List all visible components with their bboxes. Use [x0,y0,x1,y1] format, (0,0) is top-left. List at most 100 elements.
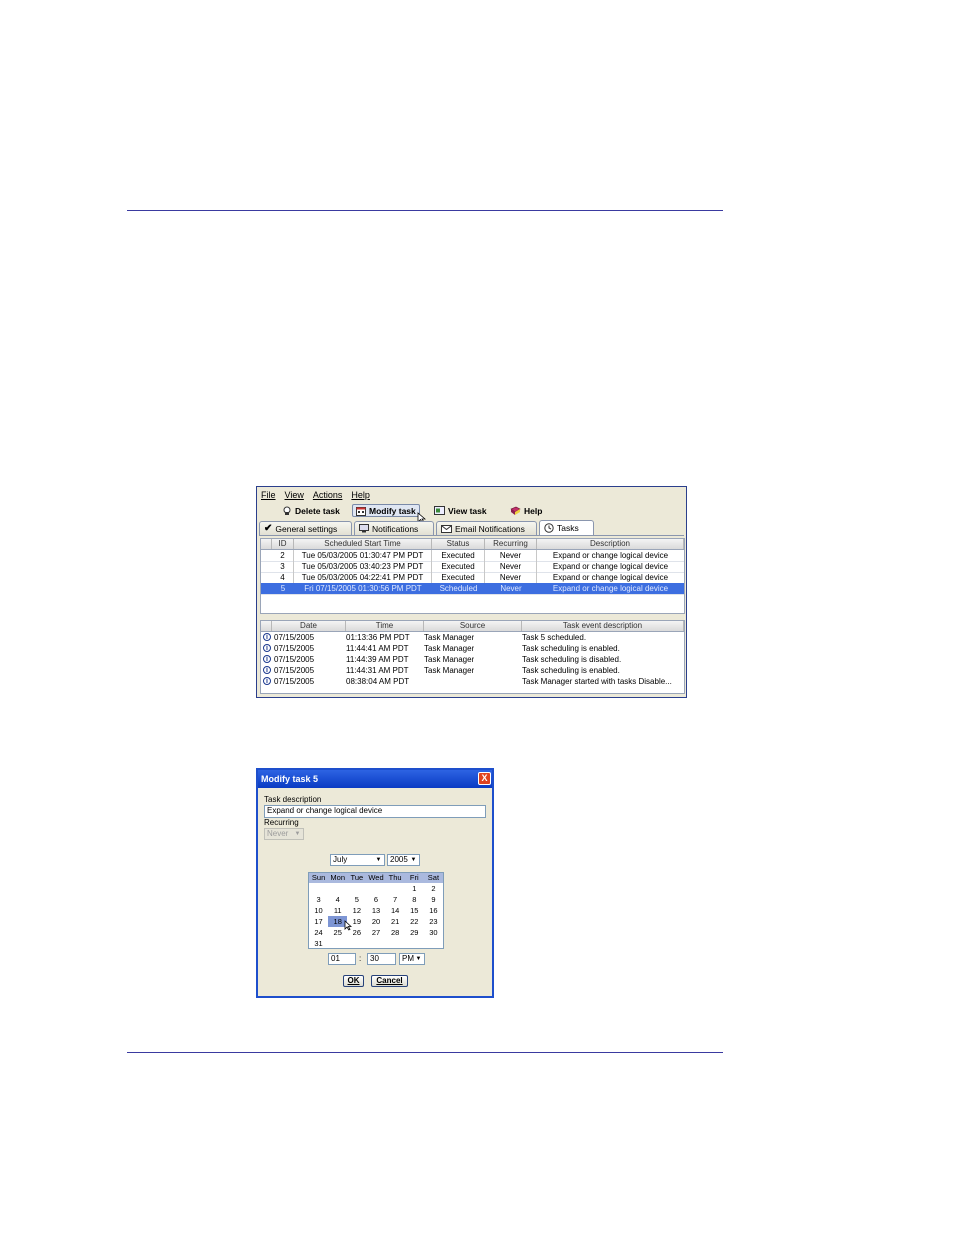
calendar-day[interactable]: 28 [386,927,405,938]
event-source: Task Manager [424,655,475,664]
task-manager-window: File View Actions Help Delete task Modif… [256,486,687,698]
calendar-day[interactable]: 1 [405,883,424,894]
calendar-day[interactable]: 13 [366,905,385,916]
tab-general-settings-label: General settings [275,523,338,534]
calendar-day[interactable]: 9 [424,894,443,905]
cell-recurring: Never [500,584,522,593]
event-description: Task 5 scheduled. [522,633,587,642]
cell-recurring: Never [485,572,537,583]
col-id[interactable]: ID [272,539,294,549]
tab-tasks[interactable]: Tasks [539,520,594,535]
calendar-week: 10 11 12 13 14 15 16 [309,905,443,916]
calendar-day[interactable]: 22 [405,916,424,927]
event-time: 08:38:04 AM PDT [346,677,410,686]
weekday-label: Sun [311,873,326,882]
event-row[interactable]: i 07/15/2005 01:13:36 PM PDT Task Manage… [261,632,684,643]
dialog-titlebar[interactable]: Modify task 5 X [258,770,492,788]
year-select[interactable]: 2005 ▼ [387,854,420,866]
cell-id: 4 [272,572,294,583]
event-date: 07/15/2005 [274,644,315,653]
calendar-day[interactable]: 17 [309,916,328,927]
events-table-header: Date Time Source Task event description [261,621,684,632]
col-status[interactable]: Status [432,539,485,549]
cell-description: Expand or change logical device [552,562,669,571]
calendar-day[interactable]: 5 [347,894,366,905]
delete-task-button[interactable]: Delete task [279,504,343,517]
calendar-day[interactable]: 10 [309,905,328,916]
col-description[interactable]: Description [537,539,684,549]
table-row-selected[interactable]: 5 Fri 07/15/2005 01:30:56 PM PDT Schedul… [261,583,684,595]
calendar-day[interactable]: 2 [424,883,443,894]
ampm-select[interactable]: PM ▼ [399,953,425,965]
calendar-day[interactable]: 30 [424,927,443,938]
col-time[interactable]: Time [346,621,424,631]
calendar-day[interactable]: 8 [405,894,424,905]
event-time: 11:44:31 AM PDT [346,666,409,675]
event-description: Task scheduling is enabled. [522,644,620,653]
menu-actions[interactable]: Actions [313,490,343,502]
calendar-week: 24 25 26 27 28 29 30 [309,927,443,938]
event-row[interactable]: i 07/15/2005 11:44:41 AM PDT Task Manage… [261,643,684,654]
event-row[interactable]: i 07/15/2005 11:44:31 AM PDT Task Manage… [261,665,684,676]
task-description-label: Task description [264,795,322,804]
ok-button[interactable]: OK [343,975,364,987]
calendar-day[interactable]: 14 [386,905,405,916]
cell-description: Expand or change logical device [552,551,669,560]
calendar-day[interactable]: 15 [405,905,424,916]
cancel-button[interactable]: Cancel [371,975,408,987]
calendar-week: 17 18 19 20 21 22 23 [309,916,443,927]
calendar-day[interactable]: 29 [405,927,424,938]
col-recurring[interactable]: Recurring [485,539,537,549]
calendar-day[interactable]: 23 [424,916,443,927]
info-icon: i [263,666,271,674]
info-icon: i [263,677,271,685]
calendar-day[interactable]: 16 [424,905,443,916]
calendar-day[interactable]: 21 [386,916,405,927]
tab-general-settings[interactable]: ✔ General settings [259,521,352,535]
col-date[interactable]: Date [272,621,346,631]
minute-field[interactable]: 30 [367,953,396,965]
calendar-day[interactable]: 24 [309,927,328,938]
modify-task-button[interactable]: Modify task [352,504,420,517]
calendar-day[interactable]: 31 [309,938,328,949]
close-button[interactable]: X [478,772,491,785]
hour-field[interactable]: 01 [328,953,356,965]
event-row[interactable]: i 07/15/2005 11:44:39 AM PDT Task Manage… [261,654,684,665]
col-scheduled-start-time[interactable]: Scheduled Start Time [294,539,432,549]
cell-status: Scheduled [439,584,478,593]
calendar-day[interactable]: 27 [366,927,385,938]
calendar-day[interactable]: 20 [366,916,385,927]
calendar-day[interactable]: 12 [347,905,366,916]
calendar-day[interactable]: 4 [328,894,347,905]
calendar-day [328,883,347,894]
menu-view[interactable]: View [285,490,304,502]
tab-email-notifications[interactable]: Email Notifications [436,521,537,535]
calendar-day [328,938,347,949]
event-date: 07/15/2005 [274,633,315,642]
weekday-label: Fri [409,873,419,882]
calendar-day[interactable]: 6 [366,894,385,905]
calendar-day[interactable]: 7 [386,894,405,905]
col-source[interactable]: Source [424,621,522,631]
col-task-event-description[interactable]: Task event description [522,621,684,631]
chevron-down-icon: ▼ [294,831,301,837]
cell-description: Expand or change logical device [552,573,669,582]
calendar-day [386,938,405,949]
calendar-day[interactable]: 3 [309,894,328,905]
help-button[interactable]: Help [507,504,545,517]
ampm-value: PM [402,954,414,963]
time-separator: : [359,954,362,963]
tab-notifications[interactable]: Notifications [354,521,434,535]
info-icon: i [263,655,271,663]
view-task-button[interactable]: View task [431,504,490,517]
task-description-input[interactable]: Expand or change logical device [264,805,486,818]
weekday-label: Mon [330,873,345,882]
event-row[interactable]: i 07/15/2005 08:38:04 AM PDT Task Manage… [261,676,684,687]
cell-recurring: Never [485,561,537,572]
cell-id: 3 [272,561,294,572]
menu-file[interactable]: File [261,490,276,502]
month-select[interactable]: July ▼ [330,854,385,866]
menu-help[interactable]: Help [351,490,370,502]
view-task-icon [434,505,445,515]
calendar-day[interactable]: 11 [328,905,347,916]
